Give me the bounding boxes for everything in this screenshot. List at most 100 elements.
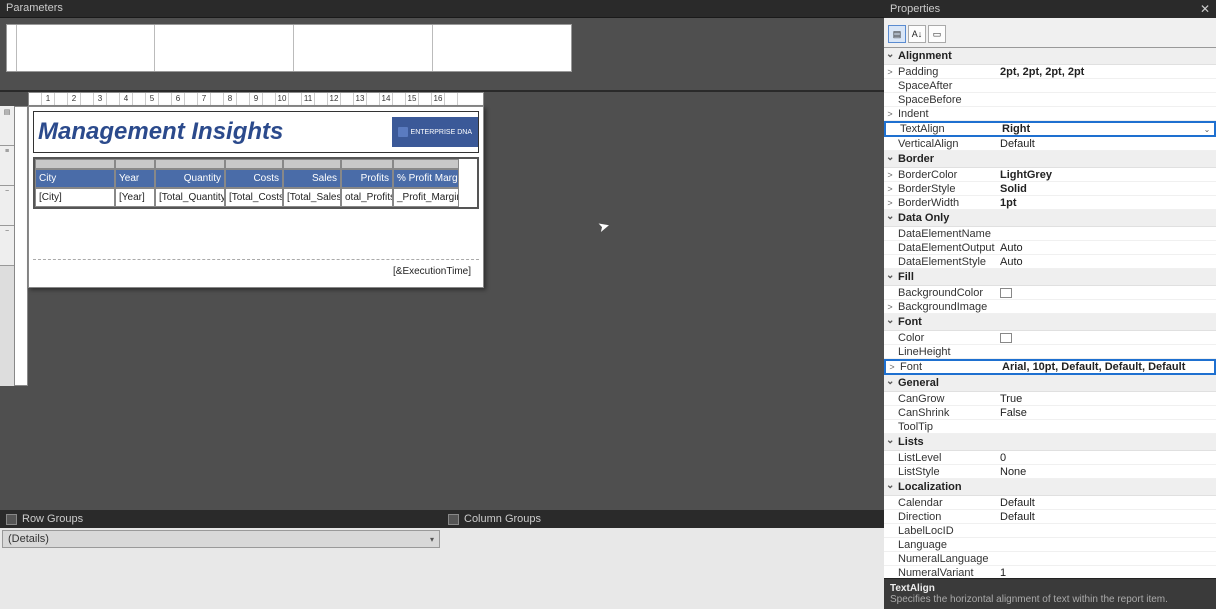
prop-value[interactable]: False [998,407,1216,419]
cell-profits[interactable]: otal_Profits] [341,188,393,207]
alphabetical-button[interactable]: A↓ [908,25,926,43]
prop-row-borderwidth[interactable]: >BorderWidth1pt [884,196,1216,210]
prop-category-localization[interactable]: Localization [884,479,1216,496]
prop-value[interactable]: Right [1000,123,1200,135]
prop-row-spacebefore[interactable]: SpaceBefore [884,93,1216,107]
prop-row-numeralvariant[interactable]: NumeralVariant1 [884,566,1216,578]
prop-value[interactable]: 2pt, 2pt, 2pt, 2pt [998,66,1216,78]
prop-row-language[interactable]: Language [884,538,1216,552]
report-design-surface[interactable]: Management Insights ENTERPRISE DNA City … [28,106,484,288]
logo-enterprise-dna[interactable]: ENTERPRISE DNA [392,117,478,147]
prop-category-lists[interactable]: Lists [884,434,1216,451]
prop-value[interactable]: Auto [998,242,1216,254]
prop-value[interactable]: Solid [998,183,1216,195]
prop-row-color[interactable]: Color [884,331,1216,345]
col-header-costs[interactable]: Costs [225,169,283,188]
prop-row-lineheight[interactable]: LineHeight [884,345,1216,359]
col-header-margin[interactable]: % Profit Margin [393,169,459,188]
properties-grid[interactable]: Alignment>Padding2pt, 2pt, 2pt, 2ptSpace… [884,48,1216,578]
col-header-year[interactable]: Year [115,169,155,188]
row-group-item-details[interactable]: (Details) ▾ [2,530,440,548]
prop-row-canshrink[interactable]: CanShrinkFalse [884,406,1216,420]
prop-row-verticalalign[interactable]: VerticalAlignDefault [884,137,1216,151]
row-groups-pane[interactable]: Row Groups (Details) ▾ [0,510,442,609]
column-groups-pane[interactable]: Column Groups [442,510,884,609]
prop-value[interactable]: Arial, 10pt, Default, Default, Default [1000,361,1214,373]
report-table[interactable]: City Year Quantity Costs Sales Profits %… [33,157,479,209]
prop-name: ToolTip [896,421,998,433]
color-swatch[interactable] [1000,288,1012,298]
prop-value[interactable]: LightGrey [998,169,1216,181]
prop-row-direction[interactable]: DirectionDefault [884,510,1216,524]
cell-margin[interactable]: _Profit_Margin] [393,188,459,207]
column-groups-icon [448,514,459,525]
prop-category-font[interactable]: Font [884,314,1216,331]
prop-value[interactable]: 1 [998,567,1216,579]
prop-row-backgroundimage[interactable]: >BackgroundImage [884,300,1216,314]
parameters-body[interactable] [0,18,884,90]
cell-city[interactable]: [City] [35,188,115,207]
prop-row-tooltip[interactable]: ToolTip [884,420,1216,434]
close-icon[interactable]: ✕ [1200,2,1210,16]
cell-year[interactable]: [Year] [115,188,155,207]
prop-row-dataelementname[interactable]: DataElementName [884,227,1216,241]
prop-row-padding[interactable]: >Padding2pt, 2pt, 2pt, 2pt [884,65,1216,79]
prop-row-numerallanguage[interactable]: NumeralLanguage [884,552,1216,566]
prop-value[interactable]: Default [998,511,1216,523]
report-title[interactable]: Management Insights [34,112,392,152]
table-data-row[interactable]: [City] [Year] [Total_Quantity] [Total_Co… [35,188,477,207]
prop-category-general[interactable]: General [884,375,1216,392]
table-header-row[interactable]: City Year Quantity Costs Sales Profits %… [35,169,477,188]
prop-row-bordercolor[interactable]: >BorderColorLightGrey [884,168,1216,182]
prop-value[interactable]: 1pt [998,197,1216,209]
chevron-down-icon[interactable]: ▾ [430,535,434,544]
prop-value[interactable]: True [998,393,1216,405]
prop-row-borderstyle[interactable]: >BorderStyleSolid [884,182,1216,196]
prop-row-dataelementstyle[interactable]: DataElementStyleAuto [884,255,1216,269]
expand-icon[interactable]: > [884,198,896,208]
col-header-quantity[interactable]: Quantity [155,169,225,188]
expand-icon[interactable]: > [884,67,896,77]
parameters-grid[interactable] [6,24,572,72]
prop-value[interactable]: None [998,466,1216,478]
prop-value[interactable]: Default [998,138,1216,150]
cell-quantity[interactable]: [Total_Quantity] [155,188,225,207]
prop-value[interactable] [998,333,1216,343]
prop-row-indent[interactable]: >Indent [884,107,1216,121]
prop-row-calendar[interactable]: CalendarDefault [884,496,1216,510]
expand-icon[interactable]: > [884,302,896,312]
report-footer-exec-time[interactable]: [&ExecutionTime] [33,259,479,283]
categorized-button[interactable]: ▤ [888,25,906,43]
prop-name: BackgroundColor [896,287,998,299]
property-pages-button[interactable]: ▭ [928,25,946,43]
expand-icon[interactable]: > [884,109,896,119]
prop-category-data-only[interactable]: Data Only [884,210,1216,227]
col-header-city[interactable]: City [35,169,115,188]
expand-icon[interactable]: > [884,170,896,180]
prop-category-border[interactable]: Border [884,151,1216,168]
prop-category-fill[interactable]: Fill [884,269,1216,286]
expand-icon[interactable]: > [884,184,896,194]
prop-value[interactable]: Auto [998,256,1216,268]
prop-row-cangrow[interactable]: CanGrowTrue [884,392,1216,406]
prop-row-spaceafter[interactable]: SpaceAfter [884,79,1216,93]
col-header-sales[interactable]: Sales [283,169,341,188]
prop-row-listlevel[interactable]: ListLevel0 [884,451,1216,465]
prop-row-font[interactable]: >FontArial, 10pt, Default, Default, Defa… [884,359,1216,375]
prop-category-alignment[interactable]: Alignment [884,48,1216,65]
prop-row-backgroundcolor[interactable]: BackgroundColor [884,286,1216,300]
chevron-down-icon[interactable]: ⌄ [1200,125,1214,134]
prop-value[interactable]: Default [998,497,1216,509]
prop-row-liststyle[interactable]: ListStyleNone [884,465,1216,479]
prop-row-labellocid[interactable]: LabelLocID [884,524,1216,538]
col-header-profits[interactable]: Profits [341,169,393,188]
expand-icon[interactable]: > [886,362,898,372]
prop-value[interactable] [998,288,1216,298]
prop-row-dataelementoutput[interactable]: DataElementOutputAuto [884,241,1216,255]
cell-sales[interactable]: [Total_Sales] [283,188,341,207]
cell-costs[interactable]: [Total_Costs] [225,188,283,207]
design-canvas[interactable]: 12345678910111213141516 ▤ ≡ − − Manageme… [0,92,884,510]
prop-row-textalign[interactable]: TextAlignRight⌄ [884,121,1216,137]
prop-value[interactable]: 0 [998,452,1216,464]
color-swatch[interactable] [1000,333,1012,343]
